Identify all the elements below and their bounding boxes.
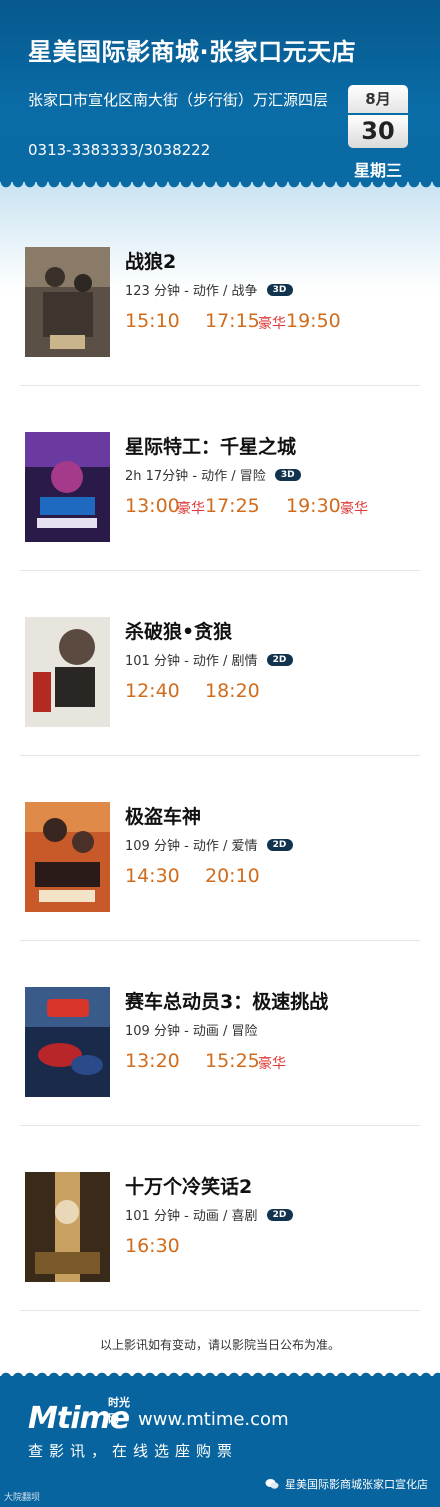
movie-poster[interactable] (25, 617, 110, 727)
movie-meta-text: 101 分钟 - 动画 / 喜剧 (125, 1209, 258, 1224)
calendar-month: 8月 (348, 85, 408, 113)
format-badge: 2D (266, 838, 293, 851)
calendar-day: 30 (348, 115, 408, 148)
movie-title[interactable]: 战狼2 (125, 247, 176, 274)
showtimes: 13:20 15:25 豪华 (125, 1050, 425, 1074)
movie-meta: 109 分钟 - 动画 / 冒险 (125, 1020, 258, 1039)
movie-item[interactable]: 十万个冷笑话2 101 分钟 - 动画 / 喜剧 2D 16:30 (20, 1125, 420, 1311)
movie-poster[interactable] (25, 247, 110, 357)
showtime[interactable]: 14:30 (125, 865, 180, 887)
showtimes: 12:40 18:20 (125, 680, 425, 704)
showtimes: 13:00 豪华 17:25 19:30 豪华 (125, 495, 425, 519)
showtime[interactable]: 13:20 (125, 1050, 180, 1072)
cinema-phone[interactable]: 0313-3383333/3038222 (28, 141, 210, 159)
notice: 以上影讯如有变动，请以影院当日公布为准。 (99, 1338, 340, 1352)
movie-poster[interactable] (25, 987, 110, 1097)
showtime[interactable]: 17:15 (205, 310, 260, 332)
showtime[interactable]: 12:40 (125, 680, 180, 702)
showtime[interactable]: 17:25 (205, 495, 260, 517)
luxury-hall-label: 豪华 (258, 316, 286, 332)
movie-poster[interactable] (25, 432, 110, 542)
brand-en: Mtime (28, 1401, 130, 1436)
header-scallop-edge (0, 182, 440, 194)
cinema-address: 张家口市宣化区南大街（步行街）万汇源四层 (28, 91, 329, 109)
showtime[interactable]: 15:10 (125, 310, 180, 332)
movie-meta-text: 109 分钟 - 动画 / 冒险 (125, 1024, 258, 1039)
movie-meta: 2h 17分钟 - 动作 / 冒险 3D (125, 465, 301, 484)
showtime[interactable]: 13:00 (125, 495, 180, 517)
movie-meta-text: 2h 17分钟 - 动作 / 冒险 (125, 469, 266, 484)
watermark-account: 星美国际影商城张家口宣化店 (285, 1478, 428, 1491)
movie-title[interactable]: 杀破狼•贪狼 (125, 617, 232, 644)
movie-meta: 101 分钟 - 动作 / 剧情 2D (125, 650, 293, 669)
movie-meta: 101 分钟 - 动画 / 喜剧 2D (125, 1205, 293, 1224)
luxury-hall-label: 豪华 (258, 1056, 286, 1072)
movie-title[interactable]: 十万个冷笑话2 (125, 1172, 252, 1199)
calendar-badge: 8月 30 (348, 85, 408, 148)
site-url[interactable]: www.mtime.com (138, 1409, 289, 1430)
showtimes: 16:30 (125, 1235, 425, 1259)
format-badge: 3D (266, 283, 293, 296)
movie-item[interactable]: 星际特工：千星之城 2h 17分钟 - 动作 / 冒险 3D 13:00 豪华 … (20, 385, 420, 571)
watermark-right: 星美国际影商城张家口宣化店 (265, 1476, 428, 1492)
format-badge: 3D (274, 468, 301, 481)
movie-item[interactable]: 战狼2 123 分钟 - 动作 / 战争 3D 15:10 17:15 豪华 1… (20, 200, 420, 386)
footer: 时光网 Mtime www.mtime.com 查影讯，在线选座购票 大院翻坝 … (0, 1376, 440, 1507)
showtime[interactable]: 18:20 (205, 680, 260, 702)
luxury-hall-label: 豪华 (177, 501, 205, 517)
movie-title[interactable]: 星际特工：千星之城 (125, 432, 296, 459)
movie-item[interactable]: 赛车总动员3：极速挑战 109 分钟 - 动画 / 冒险 13:20 15:25… (20, 940, 420, 1126)
movie-poster[interactable] (25, 802, 110, 912)
movie-meta: 109 分钟 - 动作 / 爱情 2D (125, 835, 293, 854)
format-badge: 2D (266, 1208, 293, 1221)
showtime[interactable]: 16:30 (125, 1235, 180, 1257)
page: 星美国际影商城·张家口元天店 张家口市宣化区南大街（步行街）万汇源四层 0313… (0, 0, 440, 1507)
showtime[interactable]: 19:30 (286, 495, 341, 517)
wechat-icon (265, 1479, 279, 1489)
showtimes: 14:30 20:10 (125, 865, 425, 889)
movie-meta-text: 101 分钟 - 动作 / 剧情 (125, 654, 258, 669)
showtimes: 15:10 17:15 豪华 19:50 (125, 310, 425, 334)
showtime[interactable]: 20:10 (205, 865, 260, 887)
format-badge: 2D (266, 653, 293, 666)
movie-meta-text: 109 分钟 - 动作 / 爱情 (125, 839, 258, 854)
movie-meta: 123 分钟 - 动作 / 战争 3D (125, 280, 293, 299)
movie-title[interactable]: 赛车总动员3：极速挑战 (125, 987, 328, 1014)
header: 星美国际影商城·张家口元天店 张家口市宣化区南大街（步行街）万汇源四层 0313… (0, 0, 440, 182)
weekday: 星期三 (353, 161, 402, 180)
showtime[interactable]: 19:50 (286, 310, 341, 332)
movie-meta-text: 123 分钟 - 动作 / 战争 (125, 284, 258, 299)
movie-poster[interactable] (25, 1172, 110, 1282)
cinema-title: 星美国际影商城·张家口元天店 (28, 38, 357, 66)
movie-item[interactable]: 杀破狼•贪狼 101 分钟 - 动作 / 剧情 2D 12:40 18:20 (20, 570, 420, 756)
slogan: 查影讯，在线选座购票 (28, 1442, 239, 1460)
movie-item[interactable]: 极盗车神 109 分钟 - 动作 / 爱情 2D 14:30 20:10 (20, 755, 420, 941)
mtime-logo[interactable]: 时光网 Mtime (28, 1390, 138, 1436)
showtime[interactable]: 15:25 (205, 1050, 260, 1072)
luxury-hall-label: 豪华 (340, 501, 368, 517)
movie-title[interactable]: 极盗车神 (125, 802, 201, 829)
watermark-left: 大院翻坝 (4, 1493, 41, 1503)
